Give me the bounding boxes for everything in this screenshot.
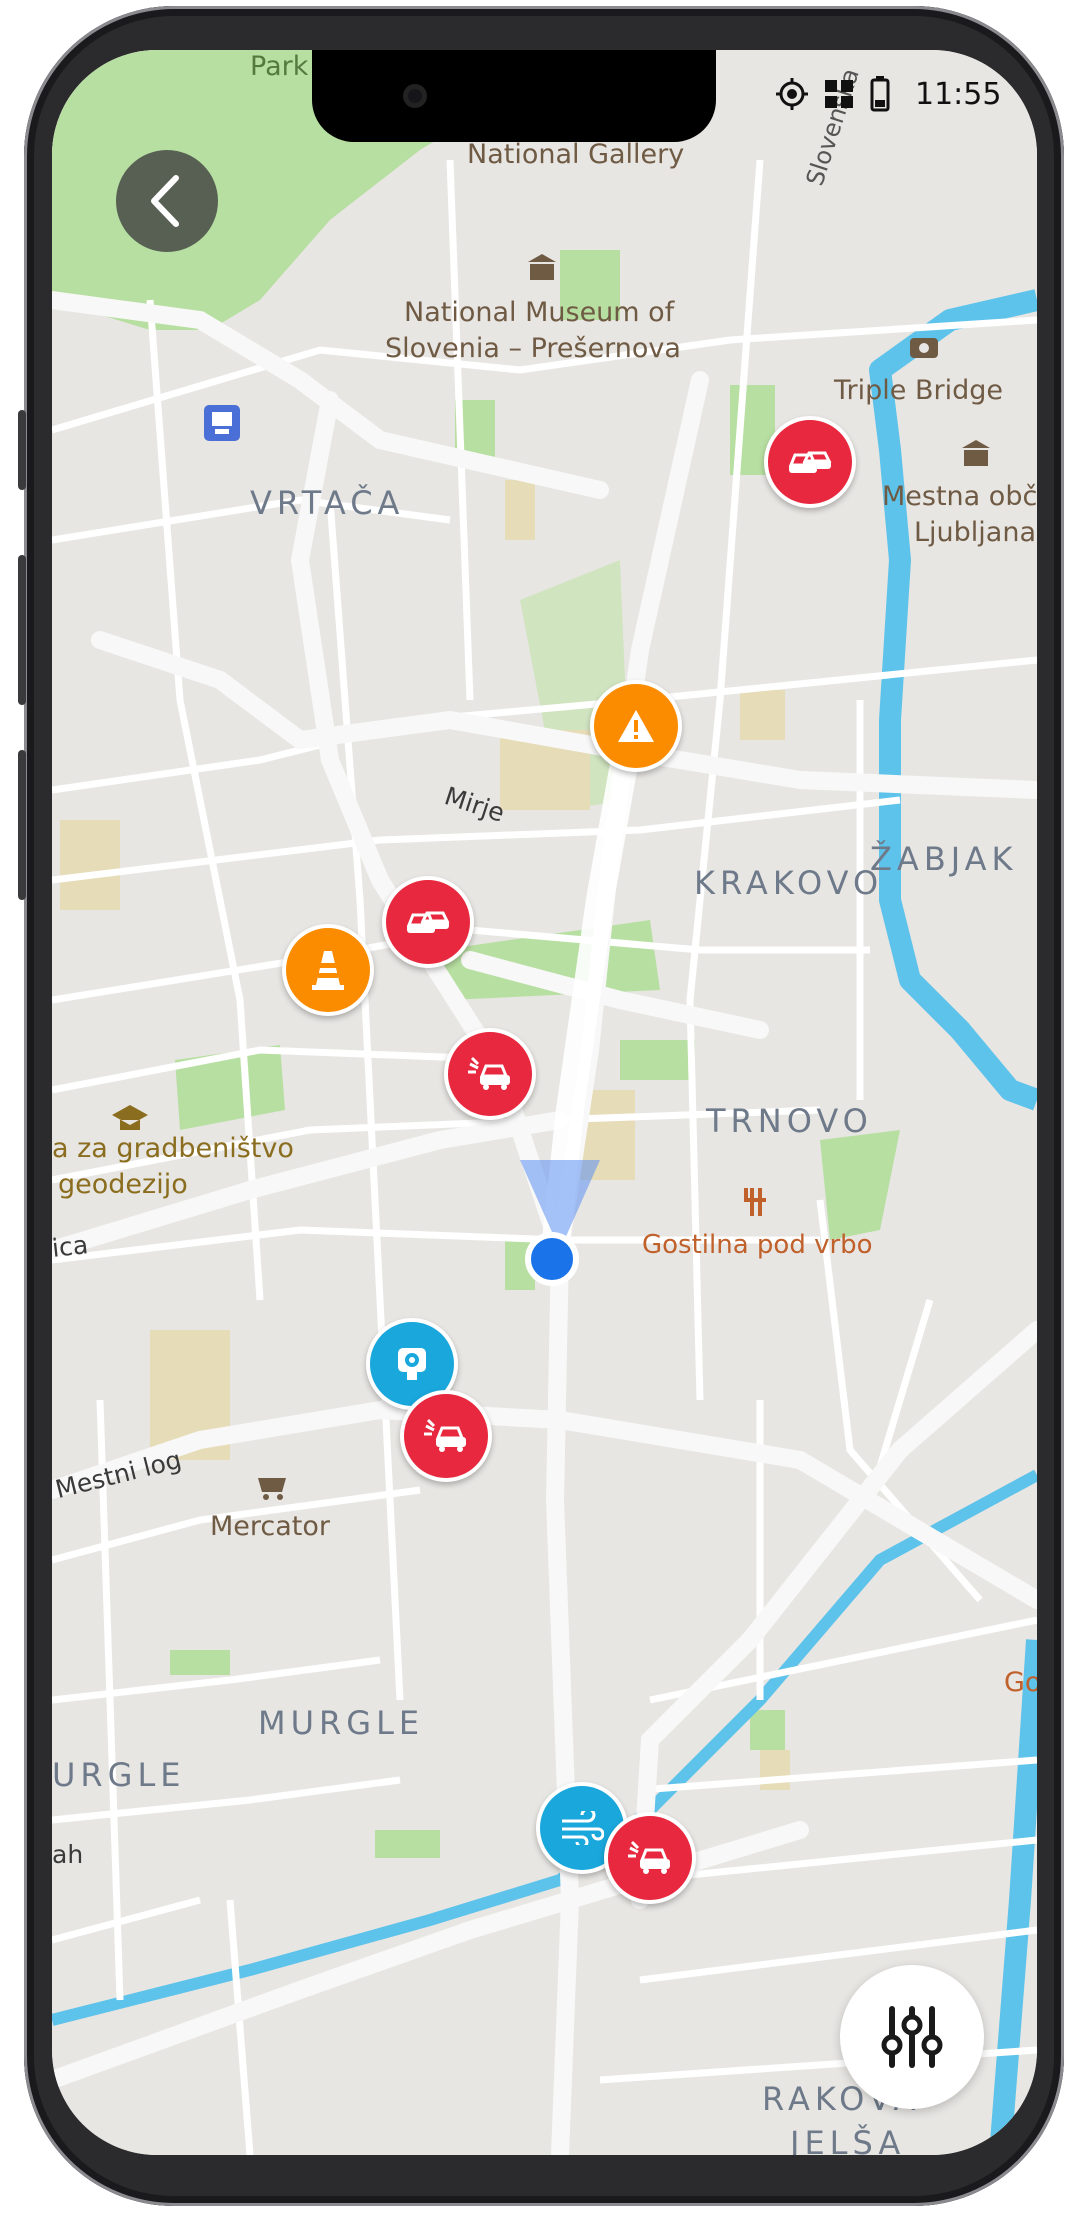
silent-switch xyxy=(18,410,26,490)
park-area xyxy=(620,1040,695,1080)
school-label-line1: a za gradbeništvo xyxy=(52,1133,294,1164)
accident-marker[interactable] xyxy=(400,1390,492,1482)
trnovo-area-label: TRNOVO xyxy=(706,1102,873,1140)
urgle-area-label: URGLE xyxy=(52,1756,186,1794)
mestna-label-line1: Mestna obči xyxy=(882,481,1037,512)
back-button[interactable] xyxy=(116,150,218,252)
roadworks-marker[interactable] xyxy=(282,924,374,1016)
park-area xyxy=(170,1650,230,1675)
front-camera xyxy=(403,84,427,108)
chevron-left-icon xyxy=(151,175,179,227)
mestna-label-line2: Ljubljana xyxy=(914,517,1037,548)
gostilna-label: Gostilna pod vrbo xyxy=(642,1230,873,1260)
traffic-jam-icon xyxy=(406,911,450,933)
current-location-dot xyxy=(525,1232,579,1286)
traffic-cone-icon xyxy=(312,951,344,990)
traffic-jam-marker[interactable] xyxy=(382,876,474,968)
car-crash-icon xyxy=(468,1056,510,1090)
zabjak-area-label: ŽABJAK xyxy=(870,840,1018,878)
mercator-label: Mercator xyxy=(210,1511,331,1542)
building xyxy=(740,690,785,740)
accident-marker[interactable] xyxy=(604,1812,696,1904)
battery-icon xyxy=(870,76,890,112)
triple-bridge-label: Triple Bridge xyxy=(834,375,1003,406)
park-area xyxy=(750,1710,785,1750)
museum-label-line2: Slovenia – Prešernova xyxy=(385,333,681,364)
wind-icon xyxy=(562,1811,604,1845)
location-icon xyxy=(776,78,808,110)
krakovo-area-label: KRAKOVO xyxy=(694,864,884,902)
traffic-jam-icon xyxy=(788,451,832,473)
volume-up-button xyxy=(18,555,26,705)
gos-label: Gos xyxy=(1004,1667,1037,1698)
traffic-jam-marker[interactable] xyxy=(764,416,856,508)
building xyxy=(505,480,535,540)
hazard-warning-marker[interactable] xyxy=(590,680,682,772)
national-gallery-label: National Gallery xyxy=(467,139,685,170)
ica-street-label: ica xyxy=(52,1230,90,1263)
accident-marker[interactable] xyxy=(444,1028,536,1120)
car-crash-icon xyxy=(628,1840,670,1874)
sliders-icon xyxy=(881,2006,943,2068)
volume-down-button xyxy=(18,750,26,900)
data-icon xyxy=(825,80,853,108)
ah-street-label: ah xyxy=(52,1840,84,1869)
park-area xyxy=(375,1830,440,1858)
speed-camera-icon xyxy=(398,1348,426,1380)
filter-button[interactable] xyxy=(840,1965,984,2109)
school-label-line2: geodezijo xyxy=(58,1169,188,1200)
murgle-area-label: MURGLE xyxy=(258,1704,425,1742)
status-time: 11:55 xyxy=(915,76,1002,112)
camera-notch xyxy=(312,50,716,142)
car-crash-icon xyxy=(424,1418,466,1452)
shop-icon xyxy=(258,1478,286,1492)
vrtaca-area-label: VRTAČA xyxy=(250,484,405,522)
building xyxy=(60,820,120,910)
status-bar: 11:55 xyxy=(775,72,1001,116)
warning-icon xyxy=(618,710,654,742)
rakova-area-label-line2: JELŠA xyxy=(790,2124,906,2155)
map-screen[interactable]: Park Ti National Gallery Slovenska Natio… xyxy=(52,50,1037,2155)
museum-label-line1: National Museum of xyxy=(404,297,675,328)
